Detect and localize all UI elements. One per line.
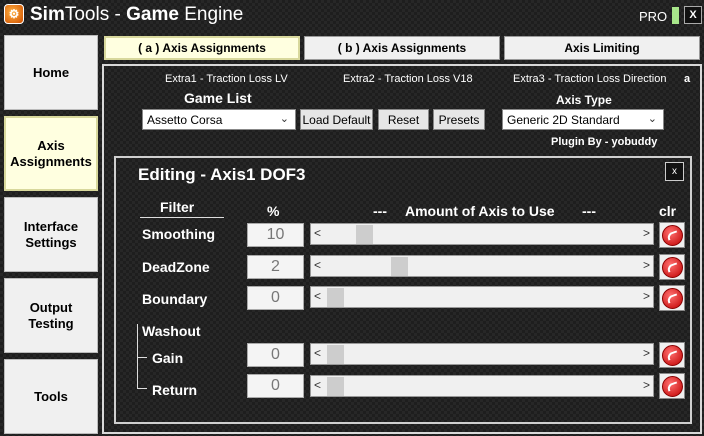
clr-header: clr bbox=[659, 203, 677, 219]
axis-type-label: Axis Type bbox=[556, 93, 612, 107]
simtools-logo-icon: ⚙ bbox=[4, 4, 24, 24]
editing-title: Editing - Axis1 DOF3 bbox=[138, 165, 306, 184]
axis-type-value: Generic 2D Standard bbox=[507, 112, 620, 127]
boundary-slider-thumb[interactable] bbox=[327, 288, 344, 307]
axis-type-select[interactable]: Generic 2D Standard ⌄ bbox=[502, 109, 664, 130]
scroll-right-icon[interactable]: > bbox=[643, 226, 650, 240]
dash-right: --- bbox=[582, 203, 596, 219]
boundary-clear-button[interactable] bbox=[659, 285, 685, 311]
nav-home-label: Home bbox=[32, 64, 70, 80]
scroll-right-icon[interactable]: > bbox=[643, 378, 650, 392]
close-window-button[interactable]: X bbox=[684, 6, 702, 24]
clear-icon bbox=[661, 287, 683, 309]
scroll-right-icon[interactable]: > bbox=[643, 258, 650, 272]
reset-button[interactable]: Reset bbox=[378, 109, 429, 130]
scroll-left-icon[interactable]: < bbox=[314, 226, 321, 240]
pro-label: PRO bbox=[639, 9, 668, 24]
nav-axis-assignments-label: Axis Assignments bbox=[10, 137, 92, 169]
deadzone-slider-thumb[interactable] bbox=[391, 257, 409, 276]
washout-bracket-line bbox=[137, 324, 138, 388]
extra3-label: Extra3 - Traction Loss Direction bbox=[513, 73, 667, 85]
deadzone-clear-button[interactable] bbox=[659, 254, 685, 280]
gain-slider-thumb[interactable] bbox=[327, 345, 344, 364]
close-editing-button[interactable]: x bbox=[665, 162, 684, 181]
scroll-right-icon[interactable]: > bbox=[643, 289, 650, 303]
washout-gain-tick bbox=[137, 357, 147, 358]
amount-header: Amount of Axis to Use bbox=[405, 203, 555, 219]
dash-left: --- bbox=[373, 203, 387, 219]
smoothing-slider[interactable]: < > bbox=[310, 223, 654, 245]
nav-output-testing-label: Output Testing bbox=[28, 299, 74, 331]
return-slider-thumb[interactable] bbox=[327, 377, 344, 396]
filter-underline bbox=[140, 217, 224, 218]
extra2-label: Extra2 - Traction Loss V18 bbox=[343, 73, 473, 85]
smoothing-value-input[interactable]: 10 bbox=[247, 223, 304, 247]
scroll-right-icon[interactable]: > bbox=[643, 346, 650, 360]
washout-label: Washout bbox=[142, 323, 201, 339]
filter-header: Filter bbox=[160, 199, 195, 215]
plugin-author-label: Plugin By - yobuddy bbox=[551, 136, 658, 148]
deadzone-value-input[interactable]: 2 bbox=[247, 255, 304, 279]
chevron-down-icon: ⌄ bbox=[279, 113, 289, 125]
clear-icon bbox=[661, 344, 683, 366]
game-list-label: Game List bbox=[184, 90, 252, 106]
boundary-slider[interactable]: < > bbox=[310, 286, 654, 308]
boundary-value-input[interactable]: 0 bbox=[247, 286, 304, 310]
extra1-label: Extra1 - Traction Loss LV bbox=[165, 73, 288, 85]
deadzone-label: DeadZone bbox=[142, 259, 210, 275]
scroll-left-icon[interactable]: < bbox=[314, 378, 321, 392]
chevron-down-icon: ⌄ bbox=[647, 113, 657, 125]
deadzone-slider[interactable]: < > bbox=[310, 255, 654, 277]
boundary-label: Boundary bbox=[142, 291, 208, 307]
title-bar: ⚙ SimTools - Game Engine PRO X bbox=[0, 0, 704, 32]
scroll-left-icon[interactable]: < bbox=[314, 258, 321, 272]
gain-label: Gain bbox=[152, 350, 184, 366]
nav-tools-label: Tools bbox=[34, 388, 68, 404]
smoothing-label: Smoothing bbox=[142, 226, 216, 242]
return-label: Return bbox=[152, 382, 198, 398]
return-slider[interactable]: < > bbox=[310, 375, 654, 397]
nav-tools-button[interactable]: Tools bbox=[4, 359, 98, 434]
gain-value-input[interactable]: 0 bbox=[247, 343, 304, 367]
nav-output-testing-button[interactable]: Output Testing bbox=[4, 278, 98, 353]
return-clear-button[interactable] bbox=[659, 373, 685, 399]
clear-icon bbox=[661, 224, 683, 246]
scroll-left-icon[interactable]: < bbox=[314, 289, 321, 303]
gain-clear-button[interactable] bbox=[659, 342, 685, 368]
gain-slider[interactable]: < > bbox=[310, 343, 654, 365]
app-title: SimTools - Game Engine bbox=[30, 4, 244, 25]
nav-interface-settings-label: Interface Settings bbox=[23, 218, 79, 250]
clear-icon bbox=[661, 256, 683, 278]
tab-axis-assignments-b[interactable]: ( b ) Axis Assignments bbox=[304, 36, 500, 60]
nav-home-button[interactable]: Home bbox=[4, 35, 98, 110]
smoothing-clear-button[interactable] bbox=[659, 222, 685, 248]
tab-axis-limiting[interactable]: Axis Limiting bbox=[504, 36, 700, 60]
smoothing-slider-thumb[interactable] bbox=[356, 225, 374, 244]
clear-icon bbox=[661, 375, 683, 397]
scroll-left-icon[interactable]: < bbox=[314, 346, 321, 360]
game-list-value: Assetto Corsa bbox=[147, 112, 223, 127]
return-value-input[interactable]: 0 bbox=[247, 374, 304, 398]
percent-header: % bbox=[267, 203, 280, 219]
load-default-button[interactable]: Load Default bbox=[300, 109, 373, 130]
nav-interface-settings-button[interactable]: Interface Settings bbox=[4, 197, 98, 272]
nav-axis-assignments-button[interactable]: Axis Assignments bbox=[4, 116, 98, 191]
pro-status-indicator bbox=[672, 7, 679, 24]
tab-axis-assignments-a[interactable]: ( a ) Axis Assignments bbox=[104, 36, 300, 60]
corner-label: a bbox=[684, 73, 691, 85]
presets-button[interactable]: Presets bbox=[433, 109, 485, 130]
washout-return-tick bbox=[137, 388, 147, 389]
game-list-select[interactable]: Assetto Corsa ⌄ bbox=[142, 109, 296, 130]
